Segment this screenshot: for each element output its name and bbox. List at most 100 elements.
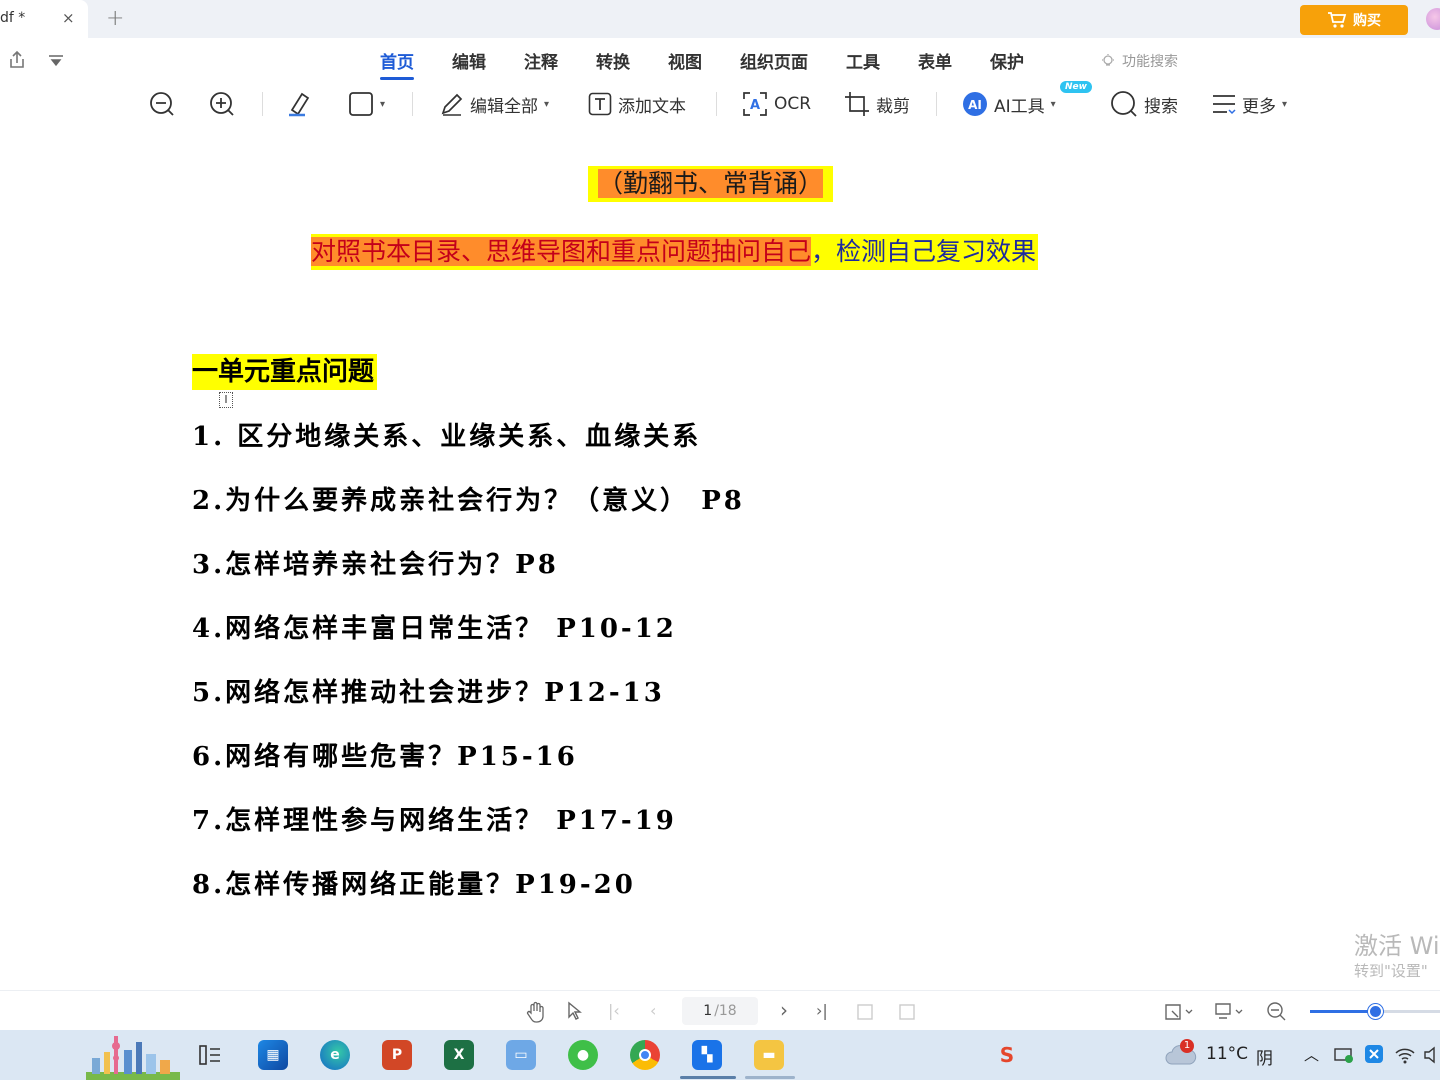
ai-icon: AI bbox=[963, 92, 987, 116]
toolbar-divider bbox=[262, 92, 263, 116]
question-item: 7.怎样理性参与网络生活？ P17-19 bbox=[192, 806, 677, 836]
task-view-icon[interactable] bbox=[198, 1044, 222, 1066]
tab-annotate[interactable]: 注释 bbox=[524, 48, 558, 73]
chrome-browser-icon[interactable] bbox=[630, 1040, 660, 1070]
ocr-label: OCR bbox=[774, 94, 812, 114]
chevron-down-icon: ▾ bbox=[544, 98, 550, 110]
last-page-icon[interactable]: ›| bbox=[816, 1001, 828, 1020]
unit-heading: 一单元重点问题 bbox=[192, 354, 378, 390]
share-icon[interactable] bbox=[8, 50, 26, 70]
rotate-right-icon[interactable] bbox=[898, 1001, 916, 1021]
search-button[interactable]: 搜索 bbox=[1110, 88, 1178, 120]
tab-view[interactable]: 视图 bbox=[668, 48, 702, 73]
title-bar: df * × + 购买 bbox=[0, 0, 1440, 38]
zoom-out-icon[interactable] bbox=[1266, 1001, 1288, 1023]
more-button[interactable]: 更多 ▾ bbox=[1212, 88, 1287, 120]
buy-button[interactable]: 购买 bbox=[1300, 5, 1408, 35]
sogou-input-icon[interactable]: S bbox=[992, 1040, 1022, 1070]
document-tab-title: df * bbox=[0, 10, 26, 26]
fit-page-icon[interactable] bbox=[1164, 1001, 1194, 1023]
more-label: 更多 bbox=[1242, 96, 1276, 117]
subtitle-highlighted-text: 对照书本目录、思维导图和重点问题抽问自己 bbox=[311, 237, 812, 266]
close-tab-icon[interactable]: × bbox=[62, 9, 75, 27]
wifi-icon[interactable] bbox=[1394, 1045, 1416, 1065]
function-search[interactable]: 功能搜索 bbox=[1100, 51, 1178, 71]
show-hidden-icons-icon[interactable]: ︿ bbox=[1304, 1044, 1319, 1065]
chevron-down-icon: ▾ bbox=[1282, 98, 1288, 110]
pencil-icon bbox=[441, 93, 463, 116]
shape-button[interactable]: ▾ bbox=[348, 88, 385, 120]
toolbar-divider bbox=[936, 92, 937, 116]
wechat-icon[interactable]: ● bbox=[568, 1040, 598, 1070]
cart-icon bbox=[1328, 12, 1347, 28]
menu-lines-icon bbox=[1213, 95, 1236, 115]
question-item: 2.为什么要养成亲社会行为？（意义） P8 bbox=[192, 486, 745, 516]
tab-tools[interactable]: 工具 bbox=[846, 48, 880, 73]
chevron-down-icon: ▾ bbox=[380, 98, 386, 110]
volume-icon[interactable] bbox=[1424, 1045, 1440, 1065]
user-avatar[interactable] bbox=[1426, 8, 1440, 30]
first-page-icon[interactable]: |‹ bbox=[608, 1001, 620, 1020]
file-explorer-icon[interactable]: ▬ bbox=[754, 1040, 784, 1070]
svg-text:AI: AI bbox=[968, 98, 982, 112]
zoom-slider-handle[interactable] bbox=[1368, 1004, 1383, 1019]
bluetooth-app-icon[interactable] bbox=[1364, 1044, 1384, 1064]
edit-all-button[interactable]: 编辑全部 ▾ bbox=[440, 88, 549, 120]
rotate-left-icon[interactable] bbox=[856, 1001, 874, 1021]
zoom-slider-fill bbox=[1310, 1010, 1375, 1013]
add-text-label: 添加文本 bbox=[618, 96, 686, 117]
weather-description[interactable]: 阴 bbox=[1256, 1044, 1273, 1069]
edge-browser-icon[interactable]: e bbox=[320, 1040, 350, 1070]
tab-convert[interactable]: 转换 bbox=[596, 48, 630, 73]
ai-tools-label: AI工具 bbox=[994, 96, 1045, 117]
dropdown-icon[interactable] bbox=[48, 54, 64, 68]
tab-home[interactable]: 首页 bbox=[380, 48, 414, 80]
svg-text:A: A bbox=[750, 98, 760, 113]
tab-protect[interactable]: 保护 bbox=[990, 48, 1024, 73]
weather-temperature[interactable]: 11°C bbox=[1206, 1044, 1248, 1064]
motto-line: （勤翻书、常背诵） bbox=[588, 166, 834, 202]
question-item: 6.网络有哪些危害？P15-16 bbox=[192, 742, 578, 772]
zoom-slider[interactable] bbox=[1310, 1004, 1440, 1019]
add-text-button[interactable]: 添加文本 bbox=[588, 88, 686, 120]
computer-icon[interactable]: ▭ bbox=[506, 1040, 536, 1070]
buy-button-label: 购买 bbox=[1353, 13, 1381, 29]
city-skyline-widget-icon[interactable] bbox=[86, 1032, 180, 1080]
edit-all-label: 编辑全部 bbox=[470, 96, 538, 117]
store-app-icon[interactable]: ▦ bbox=[258, 1040, 288, 1070]
powerpoint-icon[interactable]: P bbox=[382, 1040, 412, 1070]
crop-icon bbox=[845, 92, 869, 116]
function-search-label: 功能搜索 bbox=[1122, 54, 1178, 70]
weather-notification-badge: 1 bbox=[1180, 1039, 1194, 1053]
document-tab[interactable]: df * × bbox=[0, 0, 88, 38]
page-layout-icon[interactable] bbox=[1214, 1001, 1246, 1023]
next-page-icon[interactable]: › bbox=[780, 998, 788, 1022]
question-item: 8.怎样传播网络正能量？P19-20 bbox=[192, 870, 636, 900]
toolbar: ▾ 编辑全部 ▾ 添加文本 A OCR 裁剪 AI AI工具 ▾ New 搜索 … bbox=[0, 81, 1440, 126]
tab-organize-pages[interactable]: 组织页面 bbox=[740, 48, 808, 73]
hand-tool-icon[interactable] bbox=[526, 1001, 546, 1023]
select-tool-icon[interactable] bbox=[566, 1001, 586, 1023]
tab-forms[interactable]: 表单 bbox=[918, 48, 952, 73]
new-tab-button[interactable]: + bbox=[106, 6, 124, 31]
zoom-in-button[interactable] bbox=[208, 88, 236, 120]
search-icon bbox=[1111, 91, 1137, 117]
question-item: 5.网络怎样推动社会进步？P12-13 bbox=[192, 678, 665, 708]
previous-page-icon[interactable]: ‹ bbox=[650, 1001, 656, 1020]
page-indicator[interactable]: 1 /18 bbox=[682, 997, 758, 1025]
menu-bar: 首页 编辑 注释 转换 视图 组织页面 工具 表单 保护 功能搜索 bbox=[0, 38, 1440, 82]
highlight-button[interactable] bbox=[286, 88, 316, 120]
zoom-out-button[interactable] bbox=[148, 88, 176, 120]
question-item: 3.怎样培养亲社会行为？P8 bbox=[192, 550, 559, 580]
tab-edit[interactable]: 编辑 bbox=[452, 48, 486, 73]
crop-button[interactable]: 裁剪 bbox=[844, 88, 910, 120]
ocr-button[interactable]: A OCR bbox=[742, 88, 811, 120]
battery-icon[interactable] bbox=[1334, 1046, 1356, 1064]
zoom-in-icon bbox=[210, 92, 234, 116]
ai-tools-button[interactable]: AI AI工具 ▾ bbox=[962, 88, 1056, 120]
pdf-editor-app-icon[interactable]: ▚ bbox=[692, 1040, 722, 1070]
open-app-indicator bbox=[745, 1076, 795, 1079]
excel-icon[interactable]: X bbox=[444, 1040, 474, 1070]
zoom-out-icon bbox=[150, 92, 174, 116]
question-item: 4.网络怎样丰富日常生活？ P10-12 bbox=[192, 614, 677, 644]
